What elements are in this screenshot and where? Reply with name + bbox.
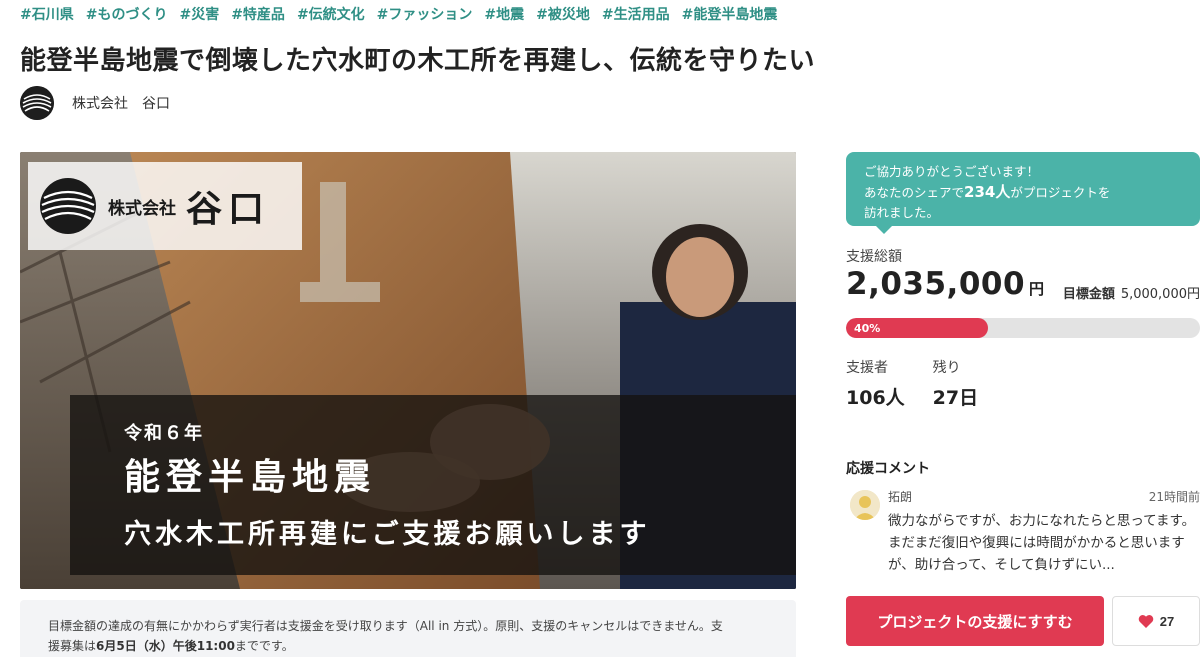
supporters-stat: 支援者 106人 — [846, 357, 905, 410]
hero-logo-name: 谷口 — [186, 188, 271, 230]
tag-link[interactable]: #ものづくり — [86, 4, 168, 24]
project-title: 能登半島地震で倒壊した穴水町の木工所を再建し、伝統を守りたい — [20, 46, 816, 76]
tag-link[interactable]: #地震 — [484, 4, 524, 24]
owner-name[interactable]: 株式会社 谷口 — [72, 93, 170, 113]
favorite-count: 27 — [1159, 613, 1175, 629]
tag-link[interactable]: #特産品 — [231, 4, 285, 24]
currency-label: 円 — [1029, 280, 1045, 298]
notice-text: 目標金額の達成の有無にかかわらず実行者は支援金を受け取ります（All in 方式… — [48, 619, 723, 633]
hero-logo-box: 株式会社 谷口 — [28, 162, 302, 250]
tag-link[interactable]: #ファッション — [377, 4, 473, 24]
company-logo-icon — [40, 178, 96, 234]
tag-link[interactable]: #生活用品 — [602, 4, 670, 24]
share-line: あなたのシェアで234人がプロジェクトを — [864, 183, 1111, 201]
share-line: ご協力ありがとうございます！ — [864, 164, 1040, 179]
notice-text: 援募集は — [48, 639, 97, 653]
notice-deadline: 6月5日（水）午後11:00 — [96, 639, 235, 653]
project-owner[interactable]: 株式会社 谷口 — [20, 86, 170, 120]
tag-link[interactable]: #被災地 — [536, 4, 590, 24]
tag-link[interactable]: #能登半島地震 — [682, 4, 778, 24]
favorite-button[interactable]: 27 — [1112, 596, 1200, 646]
remaining-stat: 残り 27日 — [933, 357, 978, 410]
notice-text: までです。 — [234, 639, 294, 653]
remaining-label: 残り — [932, 360, 961, 376]
supporters-label: 支援者 — [846, 360, 888, 376]
owner-logo-icon[interactable] — [20, 86, 54, 120]
hero-headline: 能登半島地震 — [124, 456, 377, 498]
comment-author: 拓朗 — [888, 490, 913, 504]
avatar-icon — [850, 490, 880, 520]
funding-stats: 支援者 106人 残り 27日 — [846, 357, 978, 410]
comment-text: 微力ながらですが、お力になれたらと思ってます。 まだまだ復旧や復興には時間がかか… — [888, 513, 1196, 573]
comment-time: 21時間前 — [1148, 490, 1200, 504]
sidebar: ご協力ありがとうございます！ あなたのシェアで234人がプロジェクトを 訪れまし… — [846, 152, 1200, 646]
comments-heading: 応援コメント — [846, 461, 930, 477]
remaining-value: 27日 — [932, 387, 979, 409]
goal-value: 5,000,000円 — [1120, 287, 1200, 302]
hero-subheadline: 穴水木工所再建にご支援お願いします — [124, 519, 651, 550]
heart-icon — [1138, 614, 1154, 628]
progress-label: 40% — [854, 321, 881, 335]
hero-headline-small: 令和６年 — [124, 423, 204, 444]
project-hero-image: 株式会社 谷口 令和６年 能登半島地震 穴水木工所再建にご支援お願いします — [20, 152, 796, 589]
tag-link[interactable]: #伝統文化 — [297, 4, 365, 24]
tag-link[interactable]: #災害 — [179, 4, 219, 24]
share-thanks-bubble: ご協力ありがとうございます！ あなたのシェアで234人がプロジェクトを 訪れまし… — [846, 152, 1200, 234]
hero-logo-label: 株式会社 — [108, 198, 176, 219]
funding-progress-bar: 40% — [846, 318, 1200, 338]
supporters-value: 106人 — [846, 387, 905, 409]
total-label: 支援総額 — [846, 249, 902, 265]
support-project-button[interactable]: プロジェクトの支援にすすむ — [846, 596, 1104, 646]
total-amount: 2,035,000 円 — [846, 266, 1045, 302]
tag-list: #石川県 #ものづくり #災害 #特産品 #伝統文化 #ファッション #地震 #… — [20, 4, 777, 24]
total-amount-value: 2,035,000 — [846, 266, 1026, 302]
tag-link[interactable]: #石川県 — [20, 4, 74, 24]
progress-fill: 40% — [846, 318, 988, 338]
share-count: 234人 — [964, 183, 1011, 201]
share-line: 訪れました。 — [864, 205, 940, 220]
funding-notice: 目標金額の達成の有無にかかわらず実行者は支援金を受け取ります（All in 方式… — [20, 600, 796, 657]
goal-amount: 目標金額 5,000,000円 — [1063, 283, 1200, 302]
goal-label: 目標金額 — [1062, 287, 1115, 302]
